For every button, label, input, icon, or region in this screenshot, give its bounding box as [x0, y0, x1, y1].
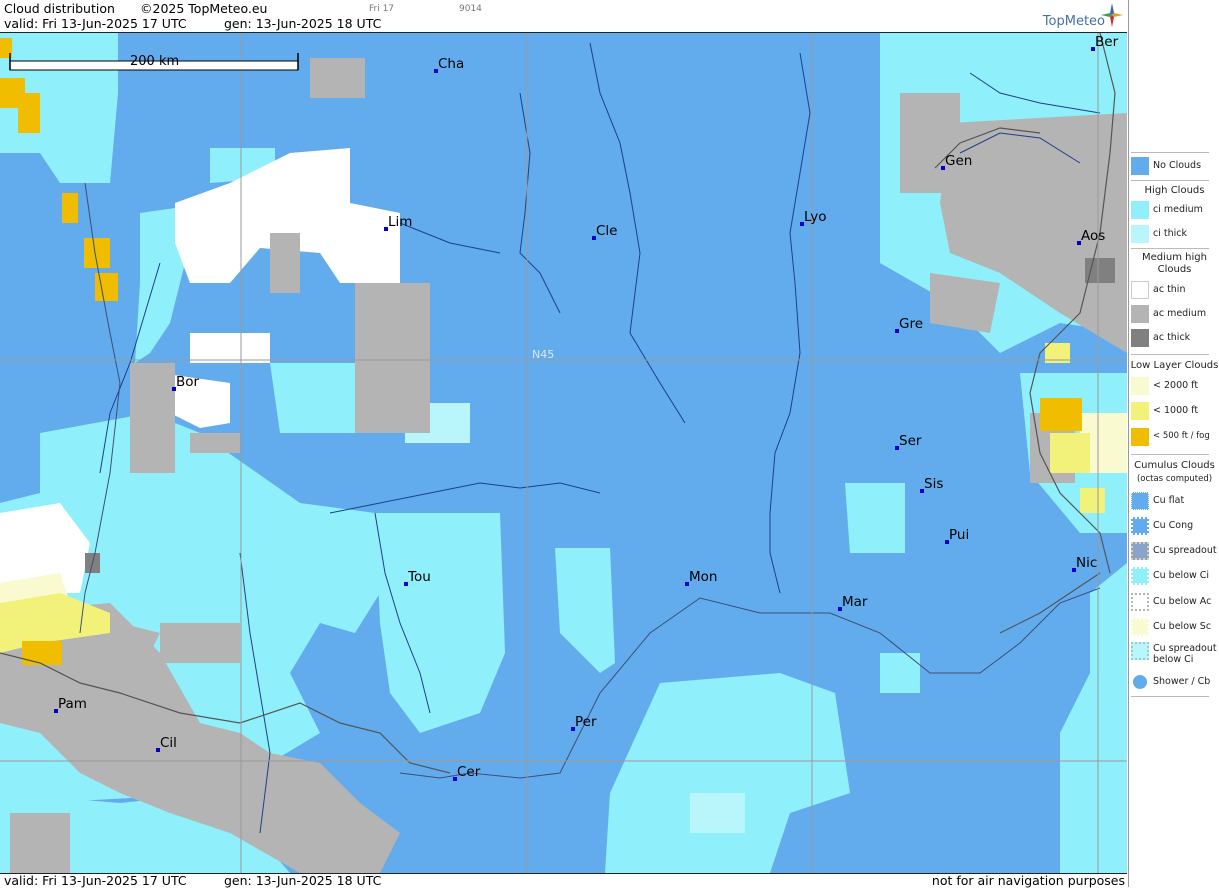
legend-low-layer-heading: Low Layer Clouds [1130, 360, 1219, 371]
city-label: Pam [58, 696, 87, 712]
cloud-map-canvas: N45 200 km Cha Ber Gen Lim Cle Lyo Aos Gre Bor Se… [0, 33, 1127, 873]
city-label: Tou [407, 569, 431, 585]
city-sis: Sis [920, 476, 943, 493]
legend-swatch [1131, 225, 1149, 243]
city-pam: Pam [54, 696, 87, 713]
legend-shower-cb: Shower / Cb [1129, 671, 1219, 693]
legend-cu-below-sc: Cu below Sc [1129, 616, 1219, 638]
city-label: Gre [899, 316, 923, 332]
city-label: Cha [438, 56, 464, 72]
legend-cu-spreadout: Cu spreadout [1129, 540, 1219, 562]
city-lim: Lim [384, 214, 412, 231]
city-tou: Tou [404, 569, 431, 586]
city-ser: Ser [895, 433, 922, 450]
legend-cumulus-heading: Cumulus Clouds [1134, 460, 1215, 471]
legend-swatch [1131, 492, 1149, 510]
city-cle: Cle [592, 223, 617, 240]
legend-low-2000: < 2000 ft [1129, 375, 1219, 397]
city-label: Cil [160, 735, 177, 751]
legend-panel: No Clouds High Clouds ci medium ci thick… [1128, 0, 1219, 887]
copyright: ©2025 TopMeteo.eu [140, 1, 268, 16]
city-per: Per [571, 714, 597, 731]
city-label: Lyo [804, 209, 827, 225]
city-bor: Bor [172, 374, 200, 391]
city-label: Pui [949, 527, 969, 543]
legend-swatch [1131, 428, 1149, 446]
legend-ac-thick: ac thick [1129, 327, 1219, 349]
city-label: Nic [1076, 555, 1097, 571]
city-label: Ber [1095, 34, 1119, 50]
city-label: Lim [388, 214, 412, 230]
legend-low-500: < 500 ft / fog [1129, 426, 1219, 448]
legend-swatch [1131, 157, 1149, 175]
legend-cu-flat: Cu flat [1129, 490, 1219, 512]
footer-generated-time: gen: 13-Jun-2025 18 UTC [224, 873, 382, 888]
legend-swatch [1131, 593, 1149, 611]
legend-ci-thick: ci thick [1129, 223, 1219, 245]
city-label: Cle [596, 223, 617, 239]
city-aos: Aos [1077, 228, 1105, 245]
city-gre: Gre [895, 316, 923, 333]
day-label: Fri 17 [369, 4, 395, 14]
legend-ac-medium: ac medium [1129, 303, 1219, 325]
city-mon: Mon [685, 569, 717, 586]
legend-ci-medium: ci medium [1129, 199, 1219, 221]
legend-no-clouds: No Clouds [1129, 155, 1219, 177]
city-gen: Gen [941, 153, 972, 170]
compass-star-icon [1101, 3, 1123, 27]
cloud-map[interactable]: N45 200 km Cha Ber Gen Lim Cle Lyo Aos Gre Bor Se… [0, 33, 1127, 873]
latitude-label: N45 [532, 348, 554, 361]
city-label: Per [575, 714, 597, 730]
city-pui: Pui [945, 527, 969, 544]
legend-ac-thin: ac thin [1129, 279, 1219, 301]
city-cha: Cha [434, 56, 464, 73]
disclaimer: not for air navigation purposes [931, 873, 1125, 888]
legend-cu-below-ac: Cu below Ac [1129, 591, 1219, 613]
city-cil: Cil [156, 735, 177, 752]
city-label: Bor [176, 374, 200, 390]
city-label: Cer [457, 764, 481, 780]
legend-medium-high-heading: Medium high Clouds [1142, 252, 1207, 275]
scale-label: 200 km [130, 54, 179, 69]
topmeteo-logo: TopMeteo [1042, 14, 1105, 29]
code-label: 9014 [459, 4, 482, 14]
legend-swatch [1131, 305, 1149, 323]
legend-swatch [1131, 201, 1149, 219]
city-ber: Ber [1091, 34, 1119, 51]
legend-swatch [1131, 402, 1149, 420]
legend-swatch [1131, 642, 1149, 660]
city-label: Mar [842, 594, 868, 610]
footer-valid-time: valid: Fri 13-Jun-2025 17 UTC [4, 873, 187, 888]
legend-high-clouds-heading: High Clouds [1144, 185, 1205, 196]
legend-swatch [1131, 567, 1149, 585]
city-label: Sis [924, 476, 943, 492]
legend-swatch [1131, 281, 1149, 299]
legend-low-1000: < 1000 ft [1129, 400, 1219, 422]
legend-swatch [1131, 377, 1149, 395]
valid-time: valid: Fri 13-Jun-2025 17 UTC [4, 16, 187, 31]
legend-swatch [1131, 618, 1149, 636]
legend-swatch [1131, 673, 1149, 691]
legend-swatch [1131, 542, 1149, 560]
city-label: Gen [945, 153, 972, 169]
city-lyo: Lyo [800, 209, 827, 226]
map-footer: valid: Fri 13-Jun-2025 17 UTC gen: 13-Ju… [0, 873, 1127, 888]
legend-cumulus-note: (octas computed) [1136, 474, 1213, 484]
city-cer: Cer [453, 764, 481, 781]
generated-time: gen: 13-Jun-2025 18 UTC [224, 16, 382, 31]
city-nic: Nic [1072, 555, 1097, 572]
legend-cu-spreadout-below-ci: Cu spreadout below Ci [1129, 640, 1219, 670]
legend-cu-below-ci: Cu below Ci [1129, 565, 1219, 587]
city-label: Ser [899, 433, 922, 449]
city-mar: Mar [838, 594, 868, 611]
city-label: Mon [689, 569, 717, 585]
map-title: Cloud distribution [4, 1, 115, 16]
city-label: Aos [1081, 228, 1105, 244]
legend-swatch [1131, 329, 1149, 347]
legend-cu-cong: Cu Cong [1129, 515, 1219, 537]
legend-swatch [1131, 517, 1149, 535]
map-header: Cloud distribution ©2025 TopMeteo.eu Fri… [0, 0, 1127, 33]
